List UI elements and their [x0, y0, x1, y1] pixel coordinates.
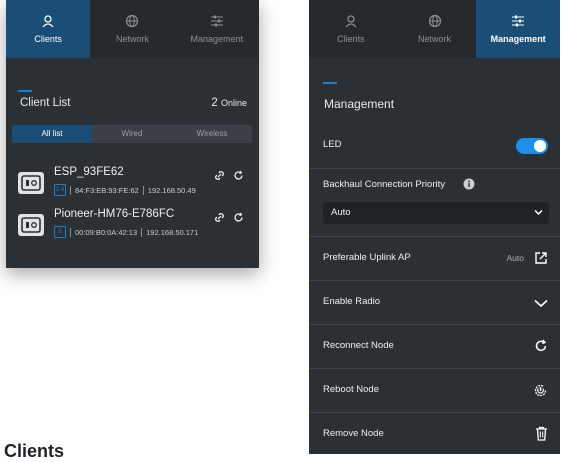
tab-label: Network [115, 34, 149, 44]
filter-wired[interactable]: Wired [92, 125, 172, 143]
tab-clients[interactable]: Clients [6, 0, 91, 58]
online-number: 2 [211, 97, 218, 109]
backhaul-label: Backhaul Connection Priority [323, 179, 445, 190]
external-link-icon[interactable] [534, 251, 548, 265]
client-list-panel: Clients Network Management Client List 2… [6, 0, 259, 268]
clients-icon [42, 15, 54, 28]
trash-icon[interactable] [535, 426, 548, 441]
refresh-icon[interactable] [233, 212, 244, 223]
device-icon [18, 172, 44, 194]
management-panel: Clients Network Management Management LE… [309, 0, 561, 457]
tab-label: Management [490, 34, 546, 44]
backhaul-row: Backhaul Connection Priority Auto [309, 168, 560, 237]
section-title: Management [324, 97, 395, 111]
link-icon[interactable] [214, 170, 225, 181]
reconnect-label: Reconnect Node [323, 340, 394, 351]
uplink-row: Preferable Uplink AP Auto [309, 236, 560, 281]
client-name: Pioneer-HM76-E786FC [54, 208, 175, 220]
client-ip: 192.168.50.49 [147, 185, 196, 195]
filter-wireless[interactable]: Wireless [172, 125, 252, 143]
list-item[interactable]: ESP_93FE62 2.4 84:F3:EB:93:FE:62 192.168… [18, 164, 248, 204]
sliders-icon [512, 15, 525, 27]
device-icon [18, 214, 44, 236]
tab-management[interactable]: Management [175, 0, 259, 58]
client-mac: 00:09:B0:0A:42:13 [75, 227, 138, 237]
refresh-icon[interactable] [534, 339, 548, 353]
reboot-icon[interactable] [533, 383, 548, 398]
client-name: ESP_93FE62 [54, 166, 124, 178]
online-label: Online [220, 98, 247, 108]
client-meta: 2.4 84:F3:EB:93:FE:62 192.168.50.49 [54, 184, 196, 196]
enable-radio-label: Enable Radio [323, 296, 381, 307]
backhaul-select[interactable]: Auto [323, 202, 549, 224]
remove-row[interactable]: Remove Node [309, 412, 560, 457]
band-badge: 5 [54, 226, 66, 238]
led-label: LED [323, 139, 342, 150]
led-toggle[interactable] [516, 138, 548, 154]
chevron-down-icon [534, 209, 543, 216]
list-item[interactable]: Pioneer-HM76-E786FC 5 00:09:B0:0A:42:13 … [18, 206, 248, 246]
reboot-row[interactable]: Reboot Node [309, 368, 560, 413]
uplink-label: Preferable Uplink AP [323, 252, 411, 263]
tab-bar: Clients Network Management [309, 0, 561, 58]
globe-icon [428, 14, 441, 28]
reconnect-row[interactable]: Reconnect Node [309, 324, 560, 369]
tab-network[interactable]: Network [90, 0, 174, 58]
sliders-icon [210, 15, 223, 27]
reboot-label: Reboot Node [323, 384, 379, 395]
tab-network[interactable]: Network [393, 0, 477, 58]
remove-label: Remove Node [323, 428, 384, 439]
enable-radio-row[interactable]: Enable Radio [309, 280, 560, 325]
refresh-icon[interactable] [233, 170, 244, 181]
filter-segment: All list Wired Wireless [12, 125, 252, 143]
section-caption: Clients [4, 441, 65, 461]
section-accent [18, 90, 32, 92]
client-mac: 84:F3:EB:93:FE:62 [75, 185, 139, 195]
globe-icon [126, 14, 139, 28]
tab-label: Clients [34, 34, 62, 44]
tab-management[interactable]: Management [476, 0, 561, 58]
divider [70, 227, 71, 237]
tab-label: Management [190, 34, 244, 44]
backhaul-value: Auto [331, 207, 351, 218]
client-ip: 192.168.50.171 [146, 227, 199, 237]
divider [70, 185, 71, 195]
tab-bar: Clients Network Management [6, 0, 259, 58]
divider [142, 185, 144, 195]
divider [141, 227, 143, 237]
link-icon[interactable] [214, 212, 225, 223]
info-icon[interactable] [463, 178, 475, 190]
clients-icon [345, 15, 357, 28]
client-actions [214, 170, 244, 181]
section-accent [323, 82, 337, 84]
led-row: LED [309, 124, 560, 168]
chevron-down-icon[interactable] [534, 299, 548, 308]
tab-label: Network [418, 34, 452, 44]
tab-clients[interactable]: Clients [309, 0, 393, 58]
client-meta: 5 00:09:B0:0A:42:13 192.168.50.171 [54, 226, 198, 238]
section-title: Client List [20, 97, 71, 109]
filter-all[interactable]: All list [12, 125, 92, 143]
tab-label: Clients [337, 34, 365, 44]
band-badge: 2.4 [54, 184, 66, 196]
client-actions [214, 212, 244, 223]
online-count: 2 Online [211, 97, 247, 109]
uplink-value: Auto [506, 253, 525, 263]
